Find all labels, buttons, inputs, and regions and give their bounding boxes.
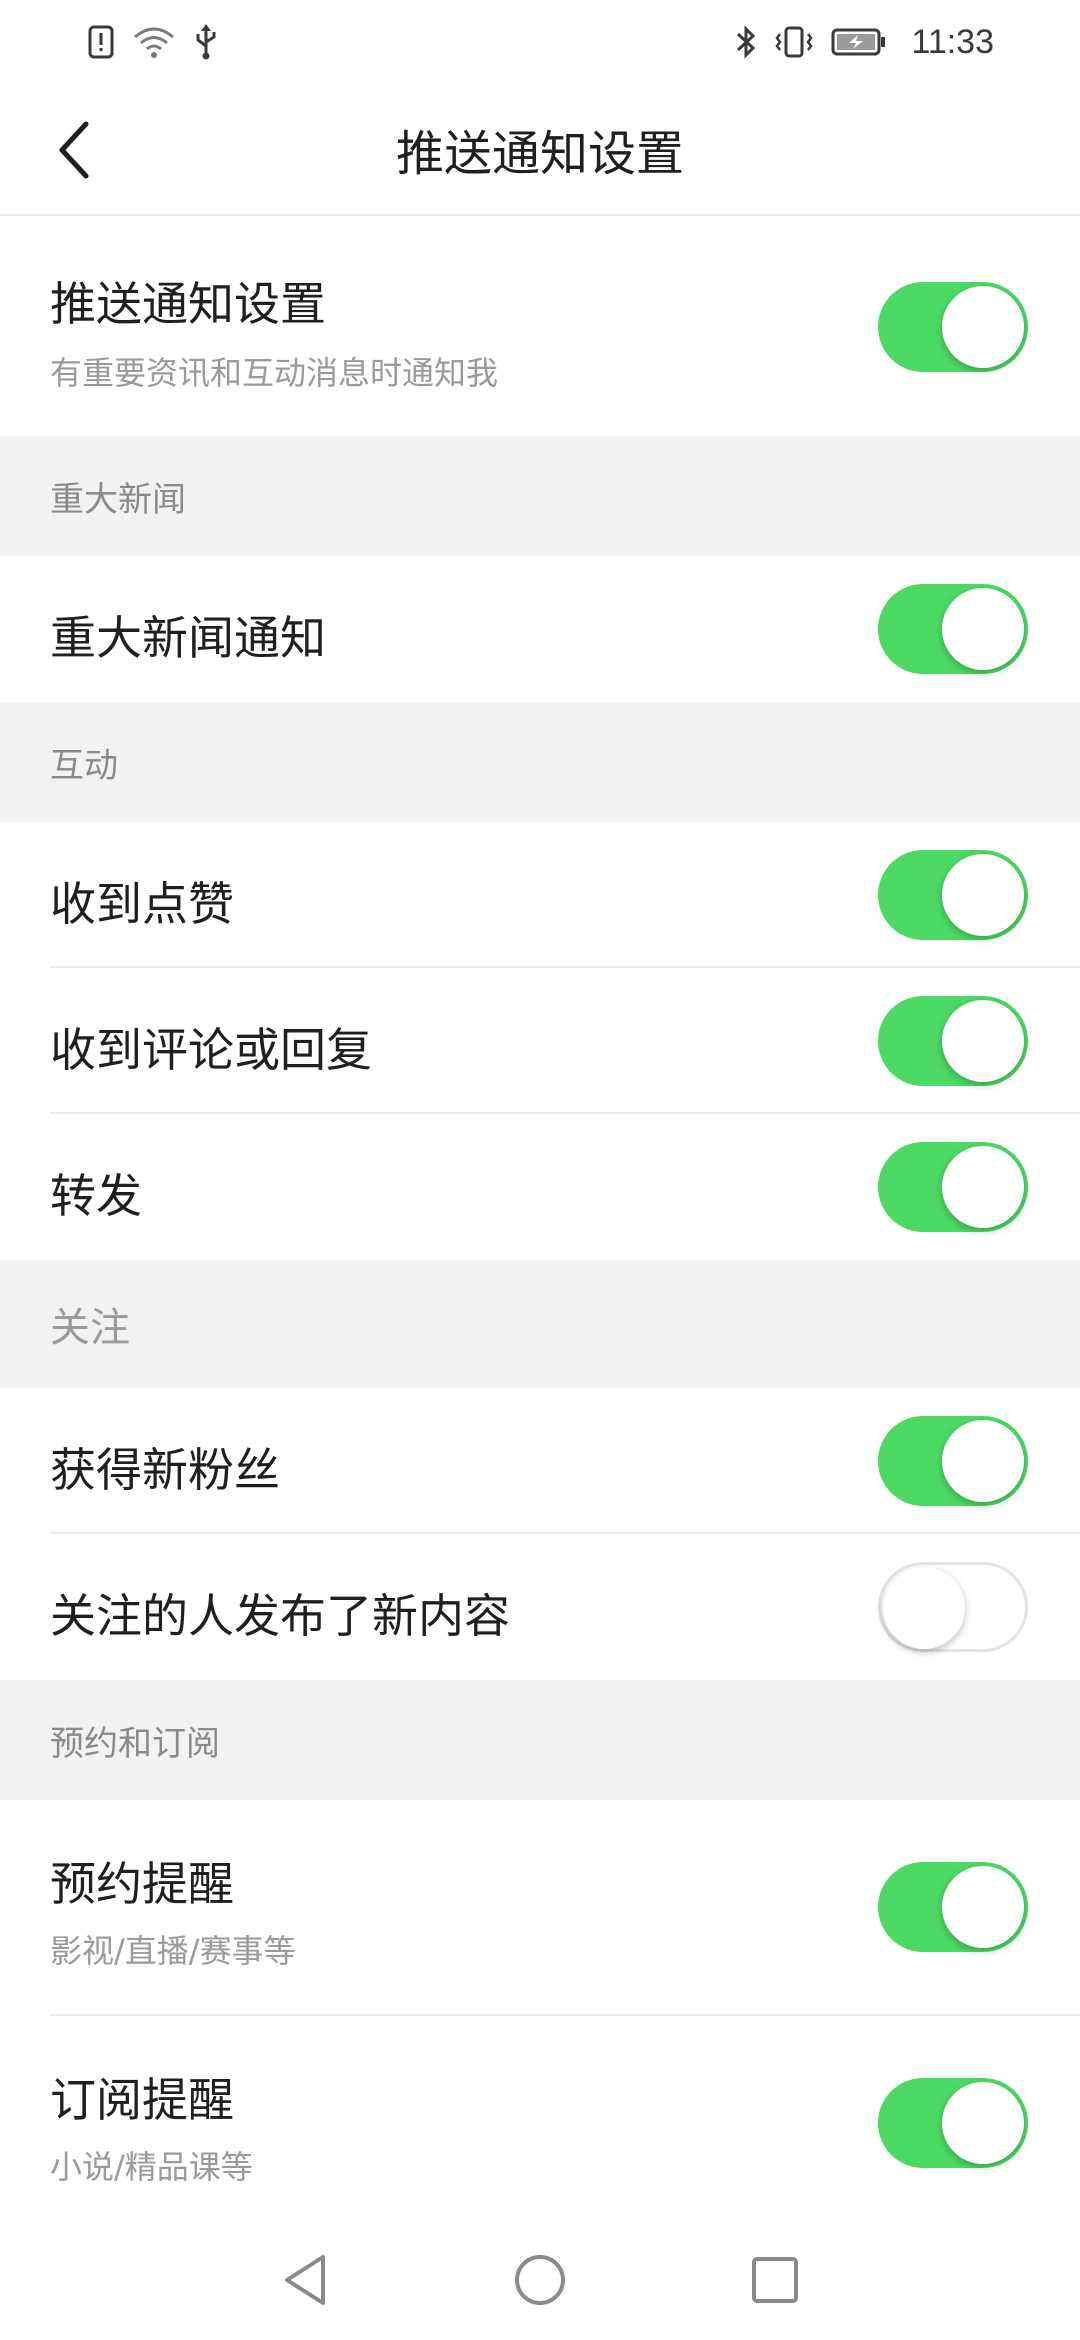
- settings-row-likes: 收到点赞: [0, 822, 1080, 968]
- toggle-switch[interactable]: [878, 2078, 1028, 2168]
- back-triangle-icon: [285, 2255, 325, 2305]
- toggle-knob: [942, 854, 1024, 936]
- recents-square-icon: [752, 2257, 798, 2303]
- toggle-switch[interactable]: [878, 996, 1028, 1086]
- battery-icon: [831, 28, 886, 56]
- nav-back-button[interactable]: [275, 2250, 335, 2310]
- row-title: 转发: [50, 1169, 142, 1223]
- page-title: 推送通知设置: [395, 126, 684, 182]
- toggle-switch[interactable]: [878, 1862, 1028, 1952]
- toggle-switch[interactable]: [878, 850, 1028, 940]
- row-title: 收到点赞: [50, 877, 234, 931]
- settings-row-following-updates: 关注的人发布了新内容: [0, 1534, 1080, 1680]
- top-app-bar: 推送通知设置: [0, 84, 1080, 216]
- section-header-major-news: 重大新闻: [0, 436, 1080, 556]
- settings-row-subscription-reminder: 订阅提醒 小说/精品课等: [0, 2016, 1080, 2220]
- toggle-knob: [942, 1000, 1024, 1082]
- row-subtitle: 小说/精品课等: [50, 2148, 253, 2186]
- nav-home-button[interactable]: [510, 2250, 570, 2310]
- section-header-label: 重大新闻: [50, 479, 186, 520]
- toggle-knob: [942, 1146, 1024, 1228]
- row-subtitle: 有重要资讯和互动消息时通知我: [50, 354, 499, 392]
- toggle-knob: [942, 286, 1024, 368]
- settings-row-major-news: 重大新闻通知: [0, 556, 1080, 702]
- toggle-knob: [942, 1420, 1024, 1502]
- home-circle-icon: [515, 2255, 565, 2305]
- row-title: 订阅提醒: [50, 2073, 234, 2127]
- settings-row-new-followers: 获得新粉丝: [0, 1388, 1080, 1534]
- toggle-knob: [883, 1567, 965, 1649]
- alert-icon: [88, 25, 114, 59]
- toggle-switch[interactable]: [878, 1142, 1028, 1232]
- toggle-knob: [942, 588, 1024, 670]
- notification-settings-screen: 11:33 推送通知设置 推送通知设置 有重要资讯和互动消息时通知我 重大新闻 …: [0, 0, 1080, 2340]
- toggle-knob: [942, 1866, 1024, 1948]
- status-right: 11:33: [735, 23, 994, 62]
- section-header-reservation-subscription: 预约和订阅: [0, 1680, 1080, 1800]
- bluetooth-icon: [737, 25, 756, 59]
- back-button[interactable]: [34, 110, 114, 190]
- row-title: 预约提醒: [50, 1857, 234, 1911]
- wifi-icon: [134, 27, 174, 58]
- toggle-knob: [942, 2082, 1024, 2164]
- vibrate-icon: [775, 26, 813, 58]
- settings-row-push-master: 推送通知设置 有重要资讯和互动消息时通知我: [0, 218, 1080, 436]
- section-header-follow: 关注: [0, 1260, 1080, 1388]
- settings-row-forward: 转发: [0, 1114, 1080, 1260]
- settings-row-comments: 收到评论或回复: [0, 968, 1080, 1114]
- section-header-label: 预约和订阅: [50, 1723, 220, 1764]
- toggle-switch[interactable]: [878, 282, 1028, 372]
- toggle-switch[interactable]: [878, 1416, 1028, 1506]
- row-title: 推送通知设置: [50, 277, 326, 331]
- chevron-left-icon: [59, 121, 89, 179]
- row-title: 收到评论或回复: [50, 1023, 372, 1077]
- system-navigation-bar: [0, 2220, 1080, 2340]
- section-header-label: 互动: [50, 745, 118, 786]
- status-bar: 11:33: [0, 0, 1080, 84]
- row-title: 获得新粉丝: [50, 1443, 280, 1497]
- settings-row-reservation-reminder: 预约提醒 影视/直播/赛事等: [0, 1800, 1080, 2016]
- status-time: 11:33: [911, 22, 994, 61]
- row-title: 关注的人发布了新内容: [50, 1589, 510, 1643]
- section-header-label: 关注: [50, 1305, 130, 1351]
- row-title: 重大新闻通知: [50, 611, 326, 665]
- status-left: [88, 24, 218, 60]
- row-subtitle: 影视/直播/赛事等: [50, 1932, 296, 1970]
- section-header-interaction: 互动: [0, 702, 1080, 822]
- toggle-switch[interactable]: [878, 1562, 1028, 1652]
- usb-icon: [196, 24, 216, 60]
- nav-recents-button[interactable]: [745, 2250, 805, 2310]
- toggle-switch[interactable]: [878, 584, 1028, 674]
